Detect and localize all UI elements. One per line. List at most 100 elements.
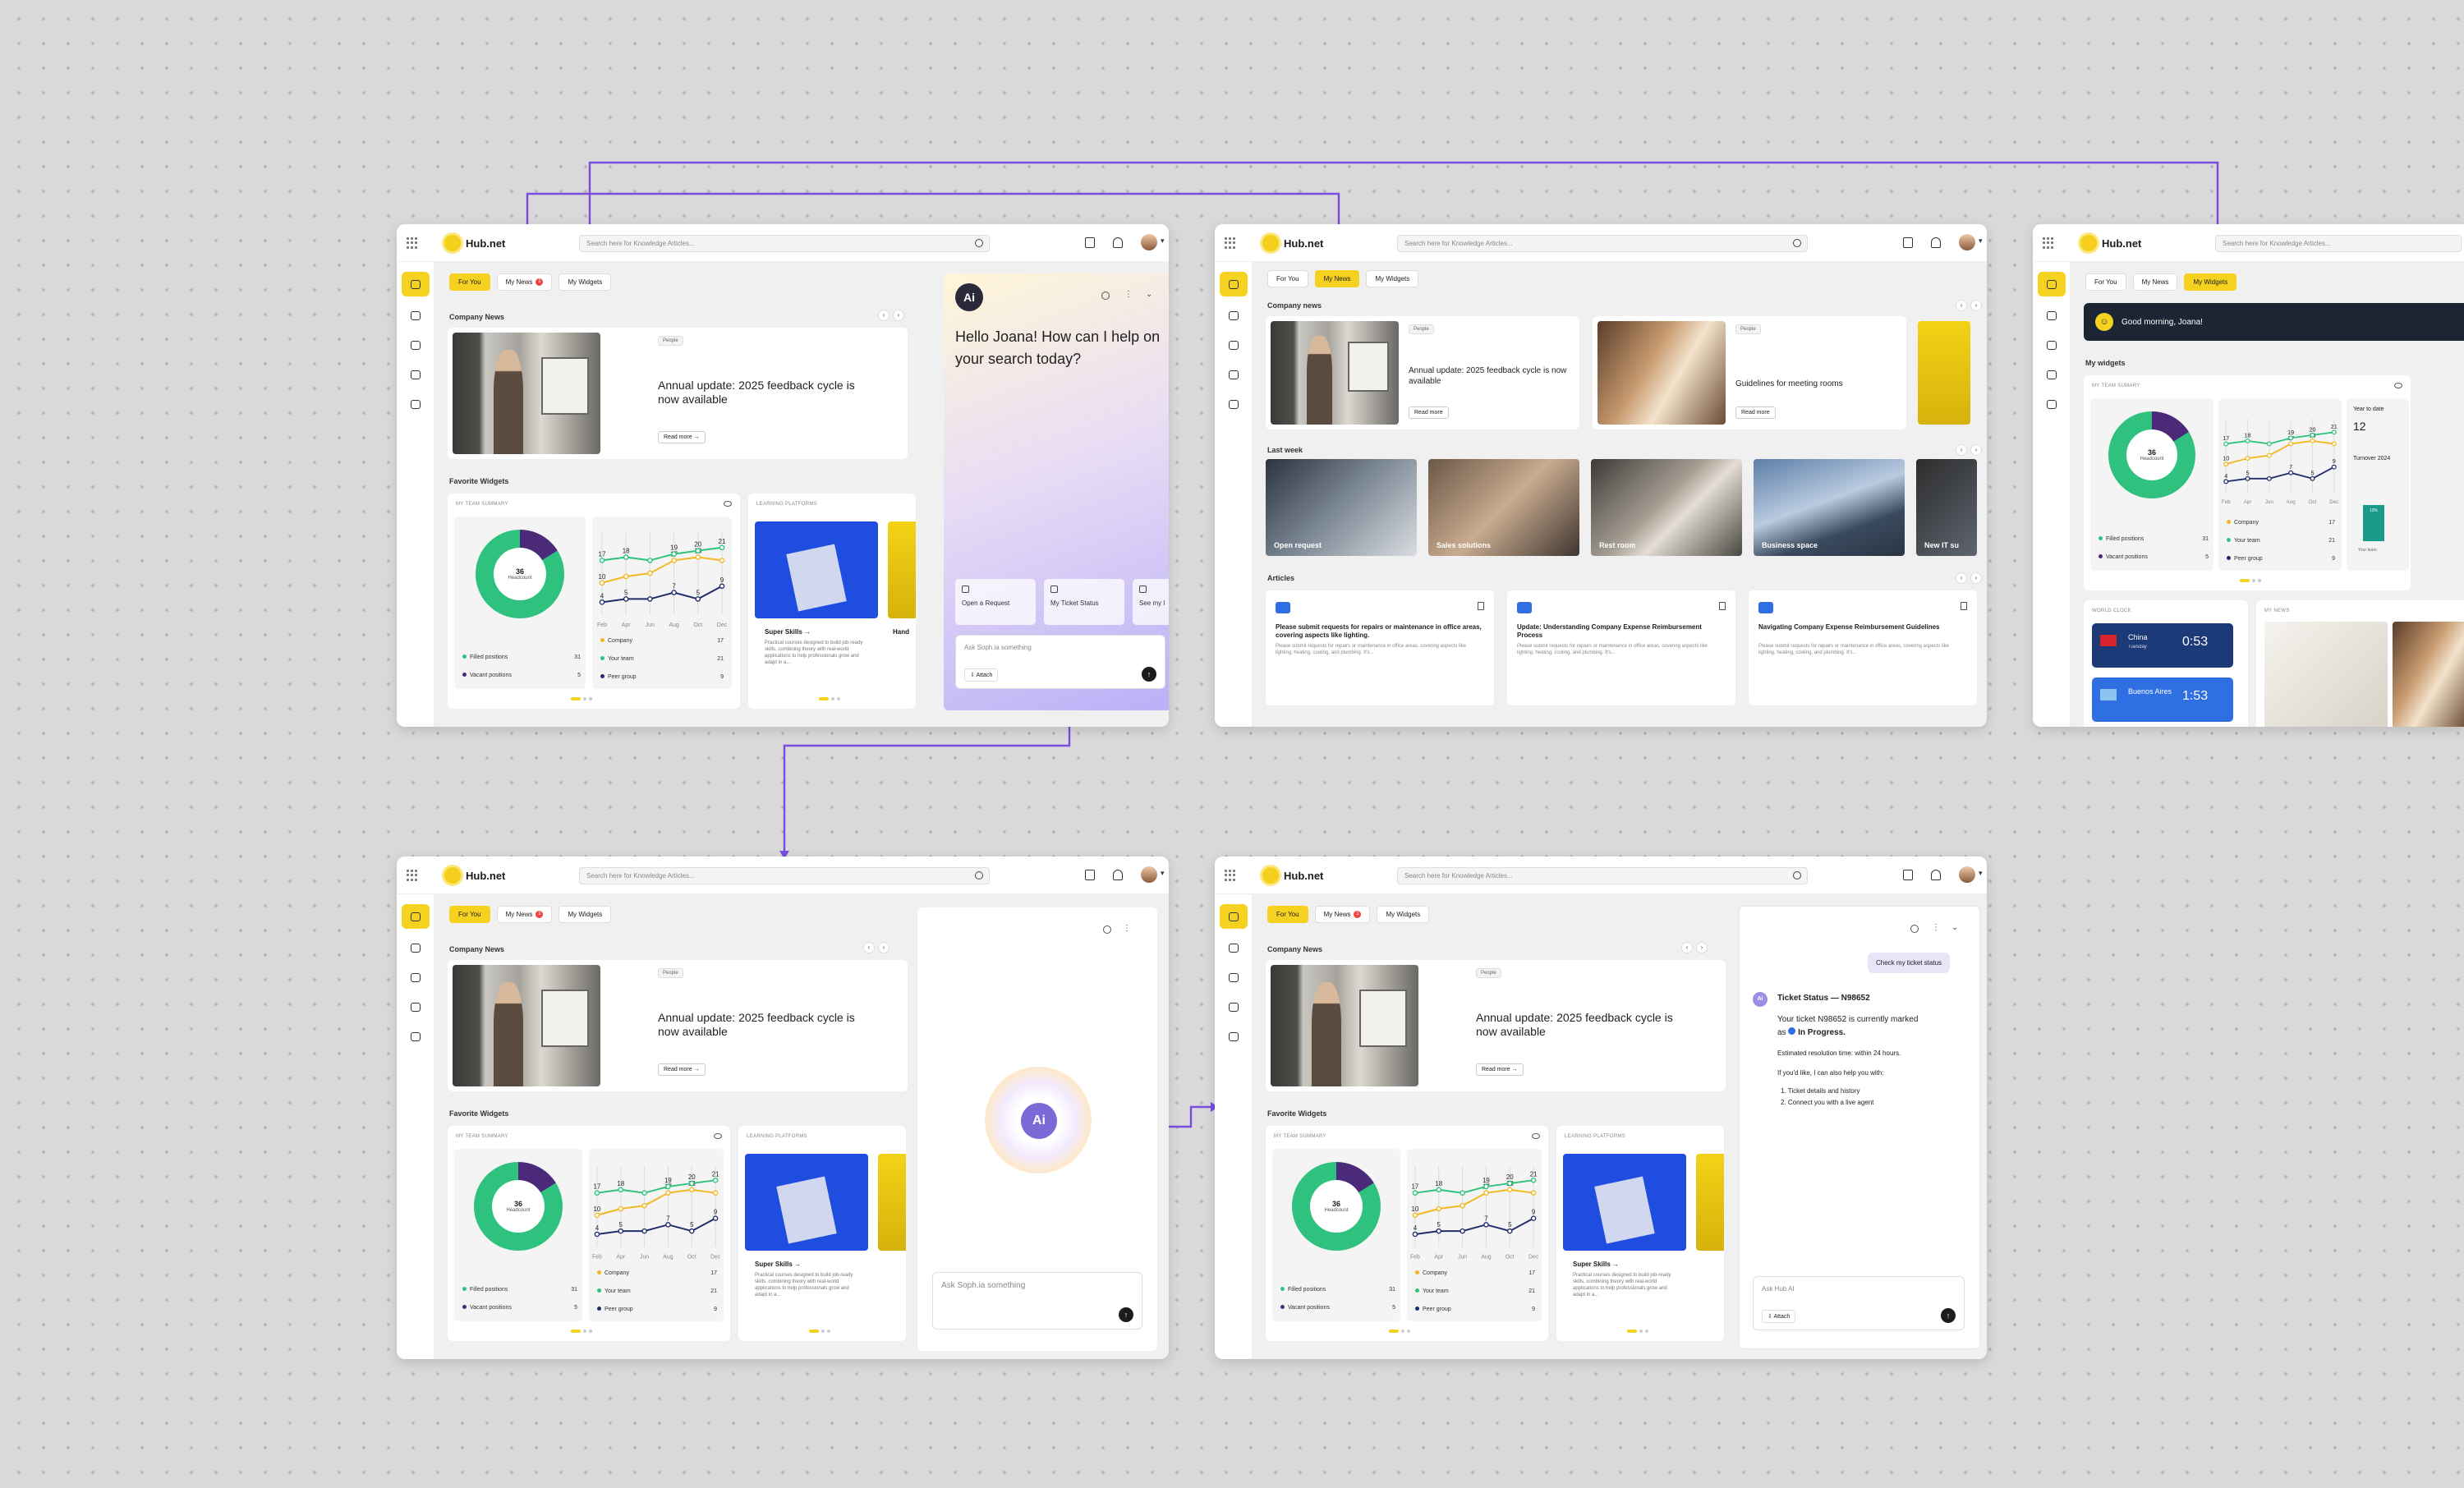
data-point[interactable]	[647, 558, 653, 563]
tab-for-you[interactable]: For You	[1267, 270, 1308, 287]
eye-icon[interactable]	[714, 1133, 722, 1139]
next-icon[interactable]: ›	[1970, 300, 1982, 311]
data-point[interactable]	[2223, 462, 2229, 467]
send-button[interactable]: ↑	[1941, 1308, 1956, 1323]
carousel-dots[interactable]	[2240, 579, 2261, 582]
search-icon[interactable]	[1793, 871, 1801, 879]
bookmark-icon[interactable]	[1085, 237, 1095, 248]
sidebar-item-tickets[interactable]	[2038, 392, 2066, 416]
next-icon[interactable]: ›	[1970, 572, 1982, 584]
data-point[interactable]	[665, 1222, 671, 1228]
data-point[interactable]	[2266, 475, 2272, 481]
course-photo[interactable]	[755, 521, 878, 618]
search-icon[interactable]	[975, 871, 983, 879]
bookmark-icon[interactable]	[1903, 237, 1913, 248]
attach-button[interactable]: ⇩ Attach	[964, 668, 999, 682]
data-point[interactable]	[623, 596, 629, 602]
sidebar-item-tickets[interactable]	[1220, 1024, 1248, 1049]
bell-icon[interactable]	[1113, 237, 1123, 248]
news-card[interactable]: People Annual update: 2025 feedback cycl…	[1266, 960, 1726, 1091]
data-point[interactable]	[712, 1177, 719, 1183]
data-point[interactable]	[665, 1190, 671, 1196]
course-title[interactable]: Super Skills →	[1573, 1261, 1619, 1268]
carousel-dots[interactable]	[571, 697, 592, 700]
article-card[interactable]: Update: Understanding Company Expense Re…	[1507, 590, 1735, 705]
data-point[interactable]	[689, 1180, 695, 1187]
next-icon[interactable]: ›	[878, 942, 890, 953]
data-point[interactable]	[599, 599, 605, 605]
data-point[interactable]	[641, 1202, 647, 1209]
suggestion-more[interactable]: See my l	[1133, 579, 1169, 625]
sidebar-item-team[interactable]	[1220, 333, 1248, 357]
sidebar-item-profile[interactable]	[402, 303, 430, 328]
logo[interactable]: Hub.net	[444, 235, 505, 251]
data-point[interactable]	[2245, 456, 2250, 462]
news-photo[interactable]	[2264, 622, 2388, 727]
avatar[interactable]	[1959, 866, 1983, 883]
data-point[interactable]	[594, 1212, 600, 1219]
prev-icon[interactable]: ‹	[1681, 942, 1693, 953]
data-point[interactable]	[1483, 1222, 1489, 1228]
sidebar-item-team[interactable]	[2038, 333, 2066, 357]
tab-for-you[interactable]: For You	[1267, 906, 1308, 923]
data-point[interactable]	[665, 1183, 671, 1190]
search-icon[interactable]	[1793, 239, 1801, 247]
data-point[interactable]	[2266, 452, 2272, 458]
course-photo[interactable]	[745, 1154, 868, 1251]
read-more-button[interactable]: Read more	[1735, 406, 1776, 419]
send-button[interactable]: ↑	[1119, 1307, 1133, 1322]
tab-for-you[interactable]: For You	[449, 906, 490, 923]
prev-icon[interactable]: ‹	[863, 942, 875, 953]
search-input[interactable]: Search here for Knowledge Articles...	[579, 867, 990, 884]
data-point[interactable]	[623, 573, 629, 580]
course-title[interactable]: Super Skills →	[765, 628, 811, 636]
article-card[interactable]: Please submit requests for repairs or ma…	[1266, 590, 1494, 705]
data-point[interactable]	[1530, 1215, 1537, 1221]
apps-grid-icon[interactable]	[1225, 870, 1236, 881]
data-point[interactable]	[618, 1206, 624, 1212]
bell-icon[interactable]	[1113, 869, 1123, 880]
data-point[interactable]	[712, 1190, 719, 1196]
search-input[interactable]: Search here for Knowledge Articles...	[2215, 235, 2462, 252]
course-photo[interactable]	[1563, 1154, 1686, 1251]
sidebar-item-tickets[interactable]	[402, 392, 430, 416]
eye-icon[interactable]	[2394, 383, 2402, 388]
course-photo[interactable]	[878, 1154, 906, 1251]
tab-my-news[interactable]: My News 1	[1314, 906, 1371, 923]
attach-button[interactable]: ⇩ Attach	[1762, 1310, 1796, 1323]
carousel-dots[interactable]	[809, 1330, 830, 1333]
collapse-icon[interactable]: ⌄	[1146, 290, 1152, 299]
suggestion-open-request[interactable]: Open a Request	[955, 579, 1036, 625]
ai-prompt-input[interactable]: Ask Soph.ia something ↑	[932, 1272, 1142, 1330]
tab-for-you[interactable]: For You	[449, 273, 490, 291]
data-point[interactable]	[594, 1231, 600, 1238]
sidebar-item-team[interactable]	[1220, 965, 1248, 990]
data-point[interactable]	[1507, 1228, 1513, 1234]
data-point[interactable]	[695, 596, 701, 602]
prev-icon[interactable]: ‹	[878, 310, 890, 321]
sidebar-item-tickets[interactable]	[402, 1024, 430, 1049]
data-point[interactable]	[2245, 438, 2250, 443]
data-point[interactable]	[1412, 1190, 1418, 1196]
sidebar-item-knowledge[interactable]	[402, 362, 430, 387]
read-more-button[interactable]: Read more →	[658, 431, 706, 443]
data-point[interactable]	[647, 570, 653, 576]
tab-my-news[interactable]: My News 1	[496, 273, 553, 291]
data-point[interactable]	[1483, 1183, 1489, 1190]
data-point[interactable]	[599, 580, 605, 586]
data-point[interactable]	[2331, 464, 2337, 470]
data-point[interactable]	[2310, 475, 2315, 481]
data-point[interactable]	[594, 1190, 600, 1196]
course-photo[interactable]	[888, 521, 916, 618]
sidebar-item-home[interactable]	[402, 904, 430, 929]
data-point[interactable]	[618, 1228, 624, 1234]
data-point[interactable]	[2223, 441, 2229, 447]
apps-grid-icon[interactable]	[1225, 237, 1236, 249]
search-input[interactable]: Search here for Knowledge Articles...	[1397, 235, 1808, 252]
bookmark-icon[interactable]	[1085, 869, 1095, 880]
history-icon[interactable]	[1103, 925, 1111, 934]
carousel-dots[interactable]	[1627, 1330, 1648, 1333]
data-point[interactable]	[695, 554, 701, 560]
avatar[interactable]	[1141, 866, 1165, 883]
carousel-dots[interactable]	[819, 697, 840, 700]
